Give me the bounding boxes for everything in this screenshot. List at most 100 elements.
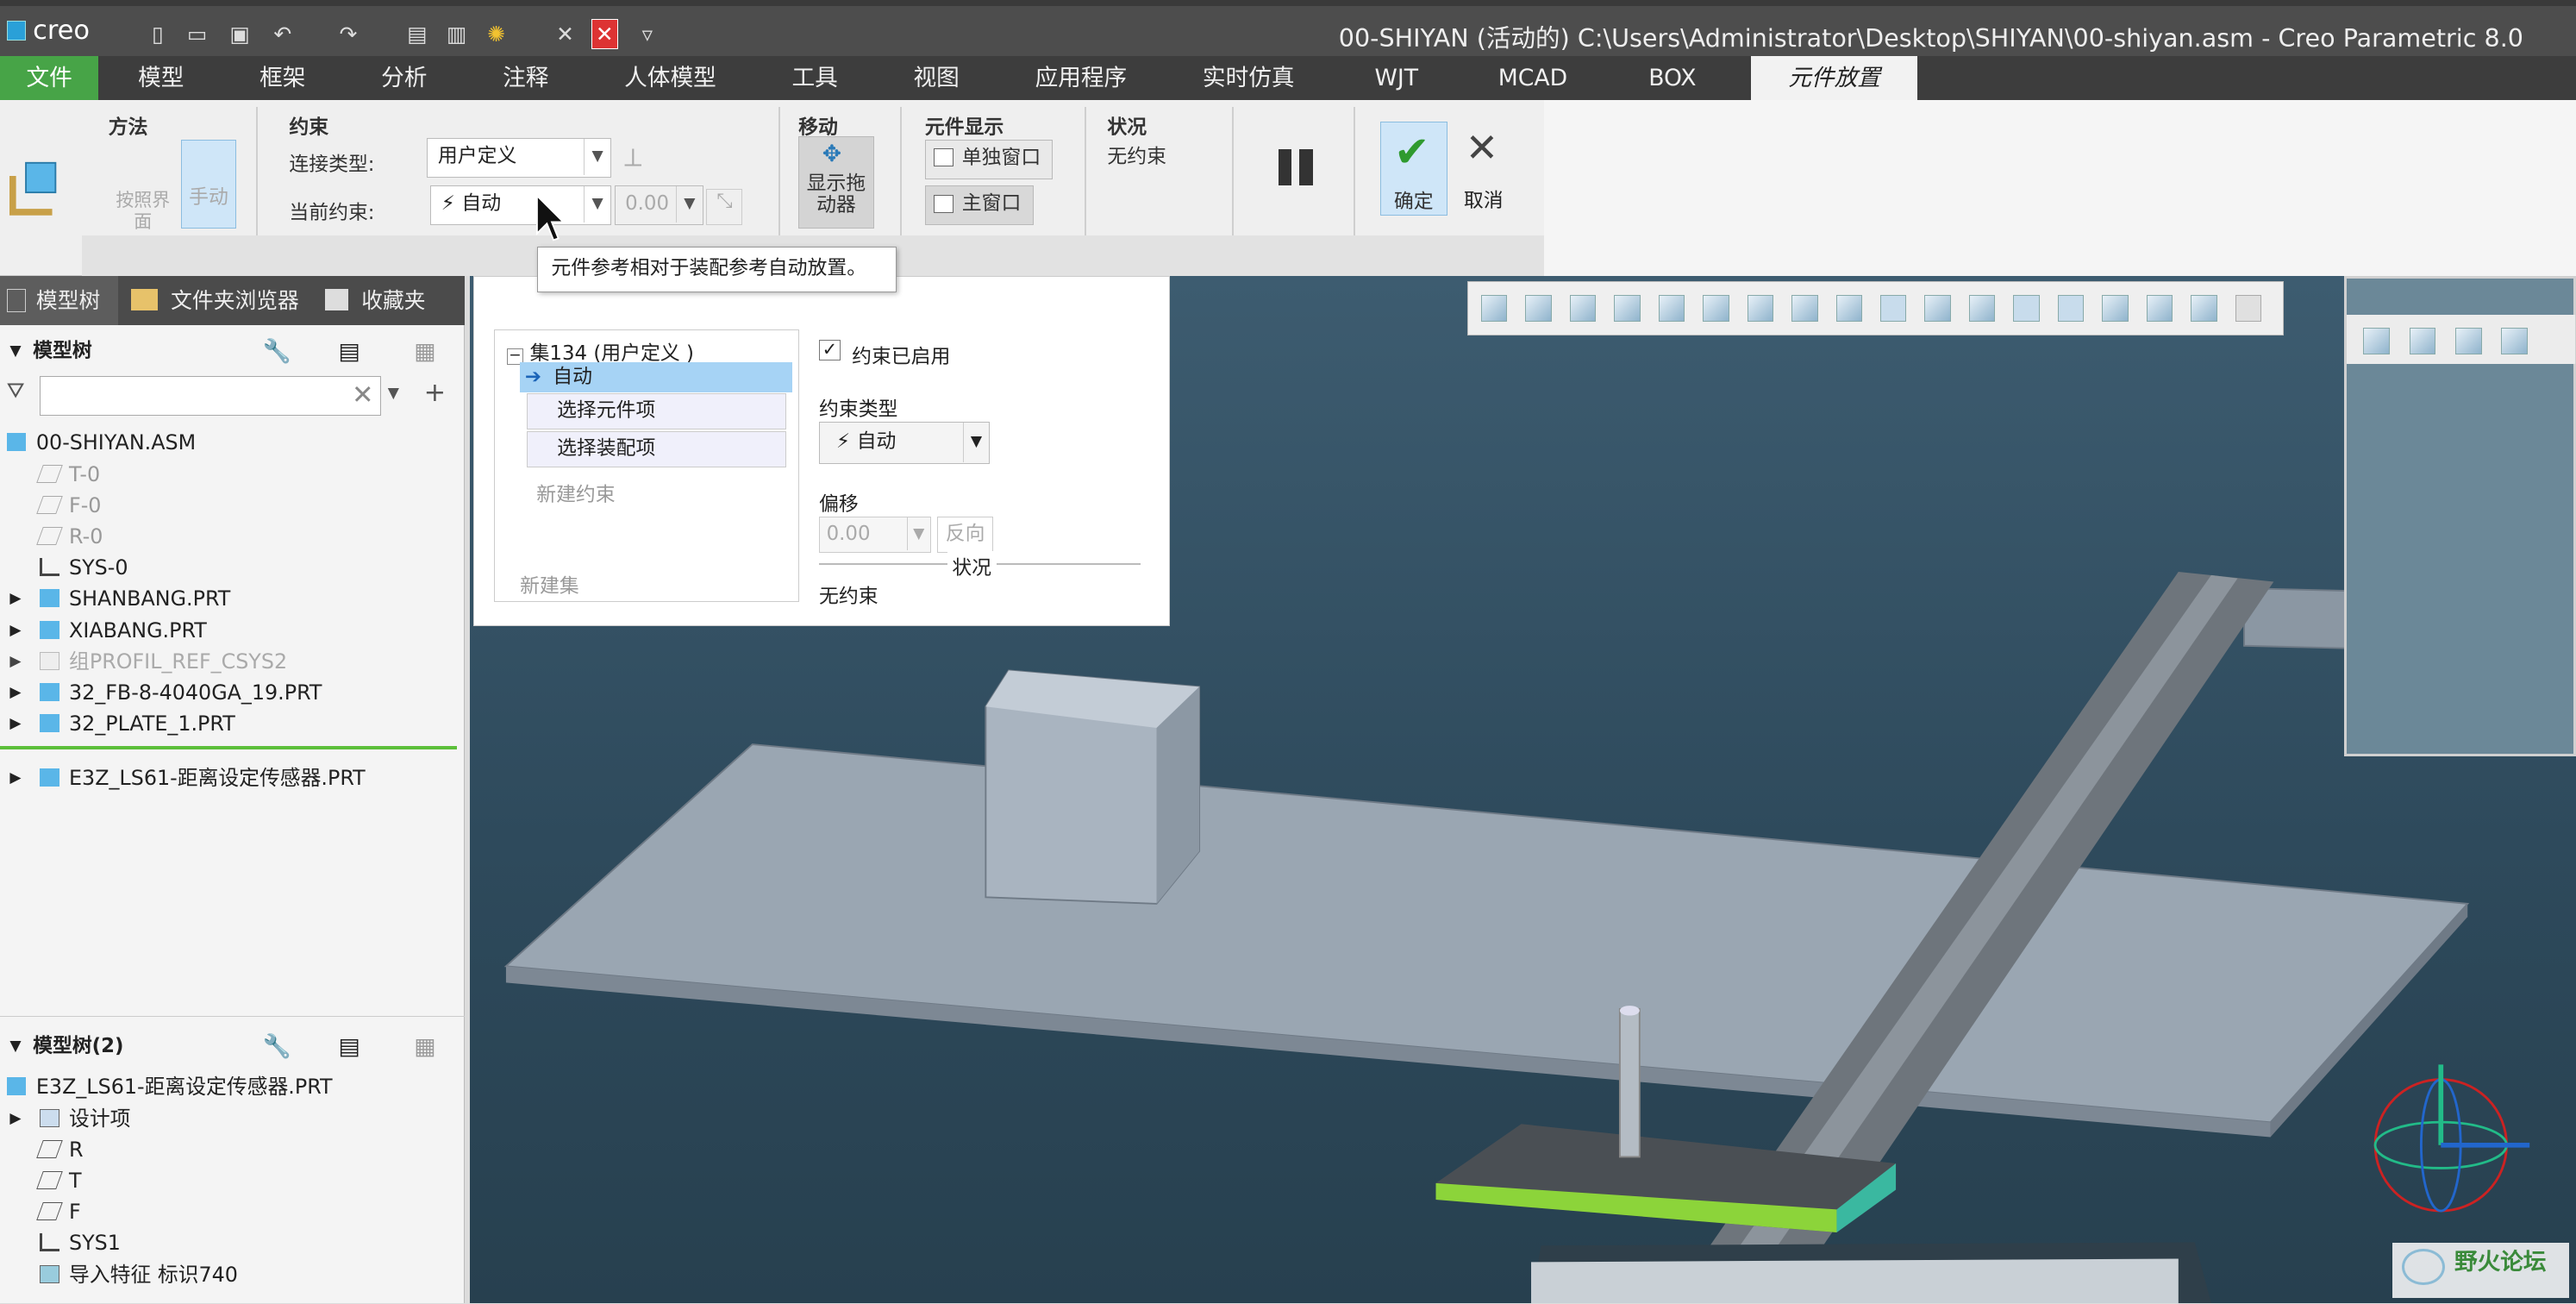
tab-component-placement[interactable]: 元件放置 <box>1751 55 1917 101</box>
save-icon[interactable]: ▣ <box>227 19 253 48</box>
axis-display-icon[interactable] <box>1835 295 1863 322</box>
pause-icon[interactable] <box>1275 147 1318 190</box>
tree2-item-plane[interactable]: F <box>0 1196 465 1227</box>
redo-icon[interactable]: ↷ <box>335 19 361 48</box>
show-menu-icon[interactable]: ▤ <box>339 332 360 372</box>
tree-item-part[interactable]: ▶ E3Z_LS61-距离设定传感器.PRT <box>0 762 465 793</box>
model-tree-2-header[interactable]: ▼ 模型树(2) 🔧 ▤ ▦ <box>0 1027 465 1067</box>
show-menu-icon[interactable]: ▤ <box>339 1027 360 1067</box>
offset-input[interactable]: 0.00 ▼ <box>818 517 931 554</box>
tree2-item-csys[interactable]: SYS1 <box>0 1227 465 1258</box>
tree2-item-plane[interactable]: T <box>0 1165 465 1196</box>
cancel-button[interactable]: ✕ 取消 <box>1455 122 1511 216</box>
tab-tools[interactable]: 工具 <box>769 56 861 100</box>
clear-icon[interactable]: ✕ <box>352 380 374 411</box>
tree-item-group[interactable]: ▶ 组PROFIL_REF_CSYS2 <box>0 646 465 677</box>
csys-display-icon[interactable] <box>2013 295 2040 322</box>
manual-button[interactable]: 手动 <box>180 139 237 229</box>
regenerate-icon[interactable]: ▤ <box>404 19 430 48</box>
tree-item-asm[interactable]: 00-SHIYAN.ASM <box>0 427 465 458</box>
spin-center-icon[interactable] <box>2057 295 2085 322</box>
tab-folder-browser[interactable]: 文件夹浏览器 <box>128 276 309 325</box>
chevron-down-icon[interactable]: ▼ <box>388 385 399 402</box>
settings-gear-icon[interactable]: ✺ <box>483 19 509 48</box>
customize-toolbar-icon[interactable]: ▿ <box>635 19 660 48</box>
annotation-display-icon[interactable] <box>1791 295 1818 322</box>
by-interface-button[interactable]: 按照界面 <box>108 139 178 232</box>
tree-item-plane[interactable]: R-0 <box>0 521 465 552</box>
new-file-icon[interactable]: ▯ <box>145 19 171 48</box>
open-file-icon[interactable]: ▭ <box>184 19 209 48</box>
exit-icon[interactable]: ✕ <box>591 19 618 49</box>
refit-icon[interactable] <box>2363 328 2390 354</box>
perspective-view-icon[interactable] <box>1703 295 1729 322</box>
tree-item-csys[interactable]: SYS-0 <box>0 552 465 583</box>
reverse-icon[interactable]: ⤡ <box>706 189 743 226</box>
filter-icon[interactable]: ⛛ <box>7 378 33 404</box>
close-window-icon[interactable]: ✕ <box>552 19 578 48</box>
repaint-icon[interactable] <box>2501 328 2528 354</box>
tree-item-part[interactable]: ▶ 32_PLATE_1.PRT <box>0 708 465 739</box>
network-icon[interactable] <box>2191 295 2217 322</box>
tab-favorites[interactable]: 收藏夹 <box>322 276 453 325</box>
columns-icon[interactable]: ▦ <box>414 332 435 372</box>
constraint-type-select[interactable]: ⚡ 自动 ▼ <box>818 421 991 465</box>
show-dragger-button[interactable]: ✥ 显示拖动器 <box>798 136 874 229</box>
add-icon[interactable]: + <box>424 378 447 408</box>
undo-icon[interactable]: ↶ <box>270 19 296 48</box>
ok-button[interactable]: ✔ 确定 <box>1379 122 1447 216</box>
tab-model-tree[interactable]: 模型树 <box>0 276 119 326</box>
connection-type-select[interactable]: 用户定义 ▼ <box>427 138 611 178</box>
constraint-set-row[interactable]: − 集134 (用户定义 ) <box>506 336 694 366</box>
component-window[interactable] <box>2344 276 2576 756</box>
constraint-enabled-checkbox[interactable]: ✓ <box>818 339 841 361</box>
select-component-item[interactable]: 选择元件项 <box>526 393 786 430</box>
tab-annotate[interactable]: 注释 <box>479 56 572 100</box>
section-icon[interactable] <box>1747 295 1774 322</box>
settings-tools-icon[interactable]: 🔧 <box>263 1027 291 1067</box>
tree2-item-part[interactable]: E3Z_LS61-距离设定传感器.PRT <box>0 1071 465 1102</box>
zoom-out-icon[interactable] <box>2455 328 2482 354</box>
windows-icon[interactable]: ▥ <box>444 19 470 48</box>
flip-icon[interactable]: ⟂ <box>624 143 641 174</box>
display-style-icon[interactable] <box>1569 295 1597 322</box>
tree2-item-plane[interactable]: R <box>0 1134 465 1165</box>
tree-item-plane[interactable]: T-0 <box>0 459 465 490</box>
pane-splitter[interactable] <box>0 1015 466 1025</box>
tab-mcad[interactable]: MCAD <box>1475 56 1590 100</box>
constraint-row-auto[interactable]: ➔ 自动 <box>520 362 793 392</box>
zoom-in-icon[interactable] <box>2409 328 2436 354</box>
separate-window-button[interactable]: 单独窗口 <box>924 139 1054 179</box>
reverse-button[interactable]: 反向 <box>937 517 993 554</box>
refit-icon[interactable] <box>1480 295 1508 322</box>
saved-orientations-icon[interactable] <box>1614 295 1641 322</box>
tab-realtime-sim[interactable]: 实时仿真 <box>1186 56 1311 100</box>
new-set-link[interactable]: 新建集 <box>520 569 579 599</box>
tree2-item-import[interactable]: 导入特征 标识740 <box>0 1259 465 1290</box>
csys-toggle-icon[interactable] <box>2102 295 2129 322</box>
tab-wjt[interactable]: WJT <box>1350 56 1442 100</box>
tab-file[interactable]: 文件 <box>0 55 99 101</box>
tab-framework[interactable]: 框架 <box>236 56 328 100</box>
settings-tools-icon[interactable]: 🔧 <box>263 332 291 372</box>
tab-model[interactable]: 模型 <box>115 56 207 100</box>
tree-item-part[interactable]: ▶ 32_FB-8-4040GA_19.PRT <box>0 677 465 708</box>
model-tree-header[interactable]: ▼ 模型树 🔧 ▤ ▦ <box>0 332 465 372</box>
tree-item-part[interactable]: ▶ XIABANG.PRT <box>0 615 465 646</box>
tree-item-plane[interactable]: F-0 <box>0 490 465 521</box>
offset-input[interactable]: 0.00 ▼ <box>614 185 703 226</box>
main-window-button[interactable]: 主窗口 <box>924 185 1034 226</box>
axis-toggle-icon[interactable] <box>1924 295 1951 322</box>
tree-search-input[interactable]: ✕ <box>39 376 382 417</box>
view-manager-icon[interactable] <box>1658 295 1685 322</box>
insert-indicator[interactable] <box>0 746 457 749</box>
tree2-item-design[interactable]: ▶ 设计项 <box>0 1103 465 1134</box>
tab-analysis[interactable]: 分析 <box>358 56 450 100</box>
point-display-icon[interactable] <box>1968 295 1996 322</box>
plane-display-icon[interactable] <box>1879 295 1907 322</box>
columns-icon[interactable]: ▦ <box>414 1027 435 1067</box>
tab-view[interactable]: 视图 <box>891 56 983 100</box>
annotation-icon[interactable] <box>2146 295 2173 322</box>
zoom-window-icon[interactable] <box>1525 295 1552 322</box>
tree-item-part[interactable]: ▶ SHANBANG.PRT <box>0 583 465 614</box>
